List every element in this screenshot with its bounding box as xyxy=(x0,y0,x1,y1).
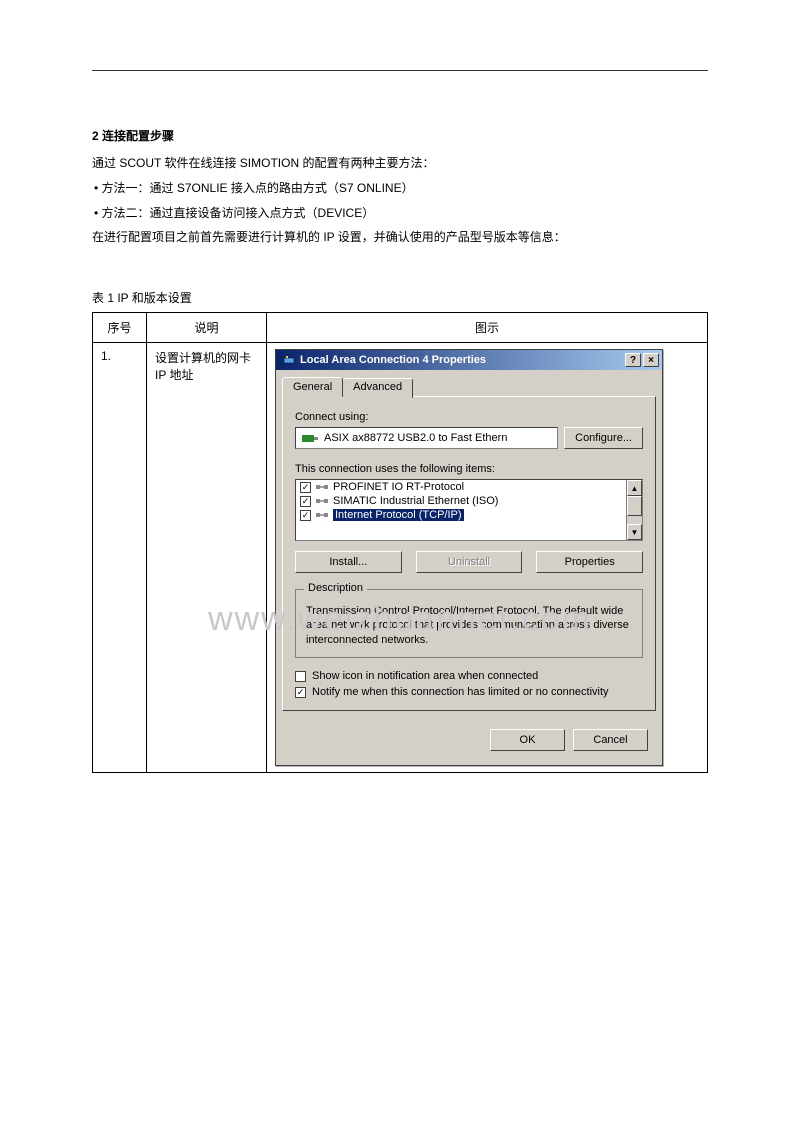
tab-advanced[interactable]: Advanced xyxy=(342,378,413,398)
show-icon-row[interactable]: Show icon in notification area when conn… xyxy=(295,670,643,682)
scroll-up-icon[interactable]: ▲ xyxy=(627,480,642,496)
checkbox-icon[interactable]: ✓ xyxy=(300,496,311,507)
list-item[interactable]: ✓ SIMATIC Industrial Ethernet (ISO) xyxy=(296,494,626,508)
adapter-name: ASIX ax88772 USB2.0 to Fast Ethern xyxy=(324,432,507,444)
checkbox-icon[interactable]: ✓ xyxy=(300,510,311,521)
network-adapter-icon xyxy=(302,432,318,444)
th-desc: 说明 xyxy=(147,313,267,343)
item-label: SIMATIC Industrial Ethernet (ISO) xyxy=(333,495,498,507)
item-label-selected: Internet Protocol (TCP/IP) xyxy=(333,509,464,521)
bullet-method-1: • 方法一：通过 S7ONLIE 接入点的路由方式（S7 ONLINE） xyxy=(92,177,708,200)
checkbox-icon[interactable] xyxy=(295,671,306,682)
connect-using-label: Connect using: xyxy=(295,411,643,423)
properties-dialog: Local Area Connection 4 Properties ? × G… xyxy=(275,349,663,766)
notify-label: Notify me when this connection has limit… xyxy=(312,686,609,698)
table-row: 1. 设置计算机的网卡 IP 地址 Local Area Connection … xyxy=(93,343,708,773)
checkbox-icon[interactable]: ✓ xyxy=(300,482,311,493)
item-label: PROFINET IO RT-Protocol xyxy=(333,481,464,493)
items-listbox[interactable]: ✓ PROFINET IO RT-Protocol ✓ SIMATIC Indu… xyxy=(295,479,643,541)
th-image: 图示 xyxy=(267,313,708,343)
show-icon-label: Show icon in notification area when conn… xyxy=(312,670,538,682)
th-number: 序号 xyxy=(93,313,147,343)
ok-button[interactable]: OK xyxy=(490,729,565,751)
cancel-button[interactable]: Cancel xyxy=(573,729,648,751)
notify-row[interactable]: ✓ Notify me when this connection has lim… xyxy=(295,686,643,698)
help-button[interactable]: ? xyxy=(625,353,641,367)
items-label: This connection uses the following items… xyxy=(295,463,643,475)
cell-number: 1. xyxy=(93,343,147,773)
close-button[interactable]: × xyxy=(643,353,659,367)
protocol-icon xyxy=(315,495,329,507)
properties-button[interactable]: Properties xyxy=(536,551,643,573)
description-label: Description xyxy=(304,582,367,594)
top-rule xyxy=(92,70,708,71)
install-button[interactable]: Install... xyxy=(295,551,402,573)
intro-line-2: 在进行配置项目之前首先需要进行计算机的 IP 设置，并确认使用的产品型号版本等信… xyxy=(92,226,708,249)
dialog-footer: OK Cancel xyxy=(276,717,662,765)
bullet-method-2: • 方法二：通过直接设备访问接入点方式（DEVICE） xyxy=(92,202,708,225)
protocol-icon xyxy=(315,509,329,521)
list-item[interactable]: ✓ PROFINET IO RT-Protocol xyxy=(296,480,626,494)
adapter-box: ASIX ax88772 USB2.0 to Fast Ethern xyxy=(295,427,558,449)
checkbox-icon[interactable]: ✓ xyxy=(295,687,306,698)
title-bar[interactable]: Local Area Connection 4 Properties ? × xyxy=(276,350,662,370)
scrollbar[interactable]: ▲ ▼ xyxy=(626,480,642,540)
cell-image: Local Area Connection 4 Properties ? × G… xyxy=(267,343,708,773)
protocol-icon xyxy=(315,481,329,493)
window-icon xyxy=(282,353,296,367)
configure-button[interactable]: Configure... xyxy=(564,427,643,449)
uninstall-button: Uninstall xyxy=(416,551,523,573)
scroll-down-icon[interactable]: ▼ xyxy=(627,524,642,540)
intro-line-1: 通过 SCOUT 软件在线连接 SIMOTION 的配置有两种主要方法： xyxy=(92,152,708,175)
window-title: Local Area Connection 4 Properties xyxy=(300,354,486,366)
list-item[interactable]: ✓ Internet Protocol (TCP/IP) xyxy=(296,508,626,522)
tab-panel-general: Connect using: ASIX ax88772 USB2.0 to Fa… xyxy=(282,396,656,711)
scroll-thumb[interactable] xyxy=(627,496,642,516)
settings-table: 序号 说明 图示 1. 设置计算机的网卡 IP 地址 Local Area Co… xyxy=(92,312,708,773)
table-caption: 表 1 IP 和版本设置 xyxy=(92,289,708,306)
tab-strip: General Advanced xyxy=(276,370,662,396)
section-heading: 2 连接配置步骤 xyxy=(92,127,708,144)
description-group: Description Transmission Control Protoco… xyxy=(295,589,643,658)
cell-desc: 设置计算机的网卡 IP 地址 xyxy=(147,343,267,773)
tab-general[interactable]: General xyxy=(282,377,343,397)
description-text: Transmission Control Protocol/Internet P… xyxy=(306,604,632,647)
